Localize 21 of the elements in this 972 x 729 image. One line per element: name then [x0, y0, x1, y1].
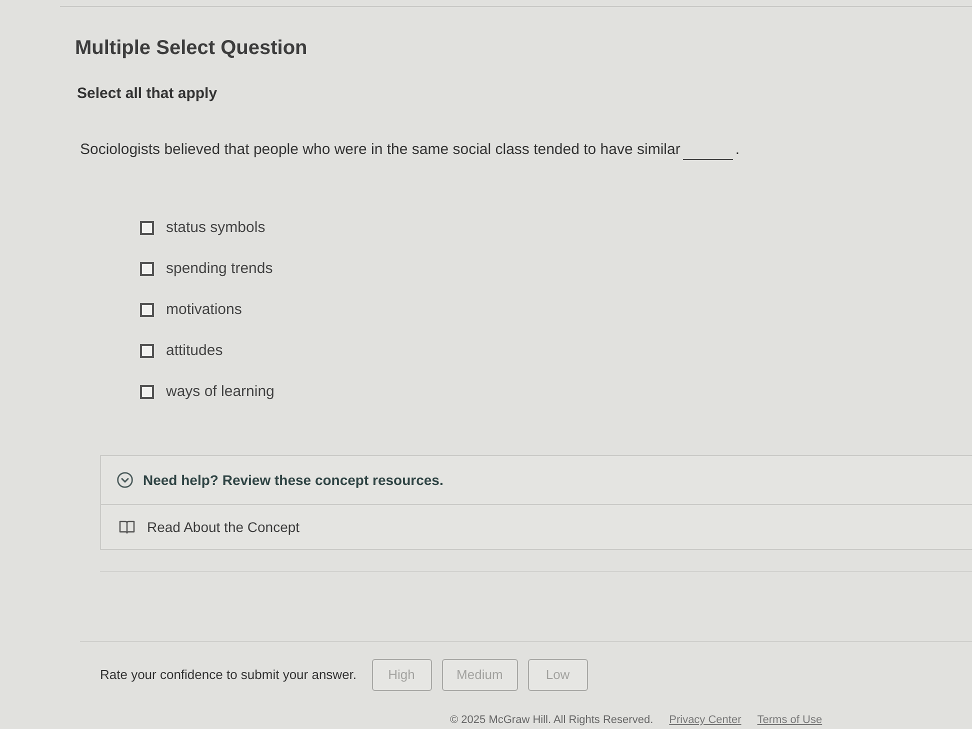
option-label: ways of learning: [166, 382, 274, 402]
checkbox[interactable]: [140, 221, 154, 235]
question-text: Sociologists believed that people who were in the same social class tended to have similar: [80, 140, 680, 160]
footer-link[interactable]: Privacy Center: [669, 713, 742, 727]
copyright-text: © 2025 McGraw Hill. All Rights Reserved.: [450, 713, 654, 727]
checkbox[interactable]: [140, 303, 154, 317]
help-toggle[interactable]: Need help? Review these concept resources.: [101, 456, 972, 504]
checkbox[interactable]: [140, 262, 154, 276]
option-label: motivations: [166, 300, 242, 320]
book-icon: [119, 520, 135, 534]
option-label: spending trends: [166, 259, 273, 279]
footer-link[interactable]: Terms of Use: [757, 713, 822, 727]
confidence-prompt: Rate your confidence to submit your answer.: [100, 666, 357, 684]
checkbox[interactable]: [140, 385, 154, 399]
checkbox[interactable]: [140, 344, 154, 358]
question-type-heading: Multiple Select Question: [75, 36, 308, 61]
sentence-period: .: [735, 140, 740, 160]
option-label: attitudes: [166, 341, 223, 361]
instruction-text: Select all that apply: [77, 84, 218, 104]
option-label: status symbols: [166, 218, 266, 238]
concept-resource-link[interactable]: Read About the Concept: [119, 516, 300, 538]
